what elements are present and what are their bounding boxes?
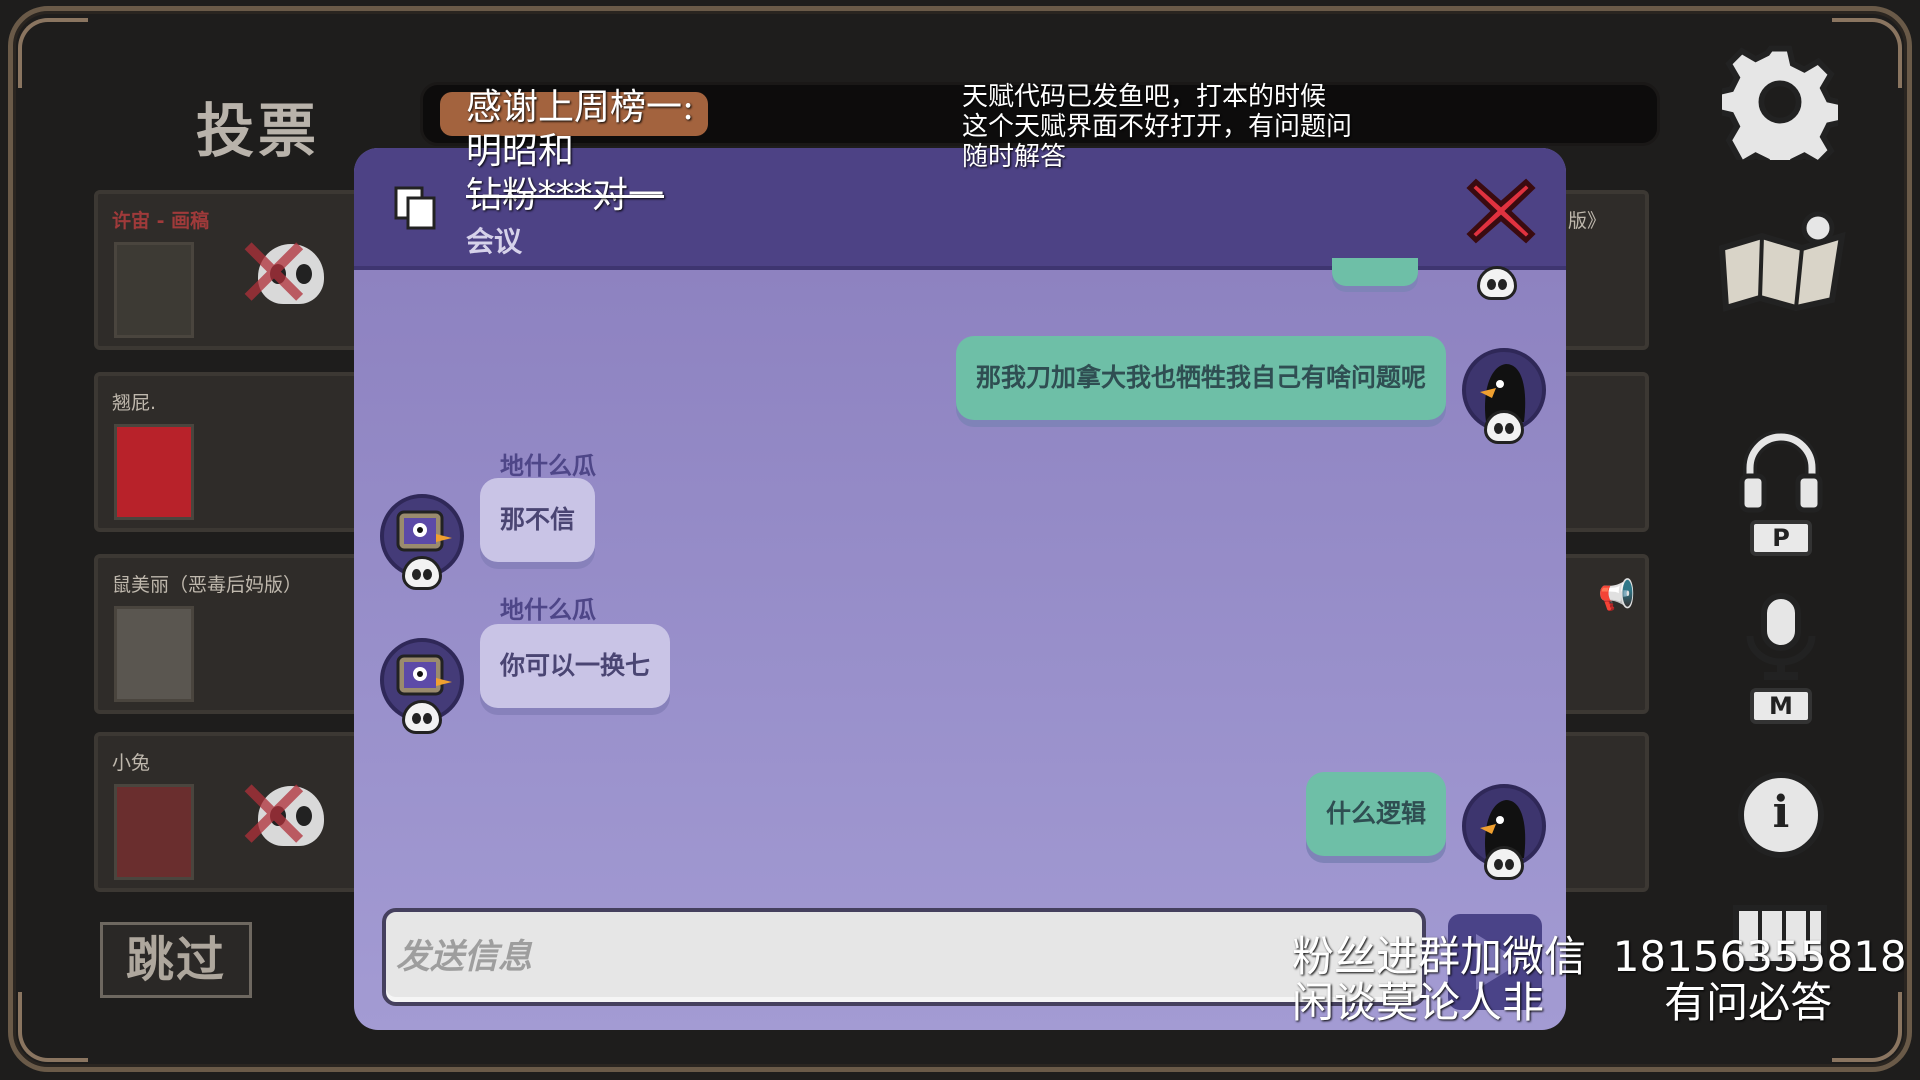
- chat-title: 会议: [466, 225, 523, 258]
- player-name-fragment: 版》: [1568, 210, 1607, 232]
- overlay-text-line: 天赋代码已发鱼吧，打本的时候: [962, 82, 1327, 112]
- player-name: 鼠美丽（恶毒后妈版）: [112, 574, 303, 596]
- mic-toggle[interactable]: M: [1726, 592, 1836, 724]
- copy-icon[interactable]: [394, 186, 438, 232]
- message-input[interactable]: [396, 926, 1406, 988]
- voice-hotkey: P: [1750, 520, 1812, 556]
- chat-message-other: 那不信: [480, 478, 596, 562]
- overlay-text-line: 明昭和: [466, 131, 575, 172]
- player-avatar: [114, 606, 194, 702]
- player-avatar: [114, 784, 194, 880]
- previous-message-fragment: [1332, 258, 1418, 286]
- player-avatar[interactable]: [380, 638, 464, 734]
- microphone-icon: [1746, 593, 1816, 680]
- settings-gear-icon[interactable]: [1713, 44, 1847, 180]
- overlay-talent-caption: 天赋代码已发鱼吧，打本的时候 这个天赋界面不好打开，有问题问 随时解答: [962, 82, 1352, 172]
- skull-icon: [1484, 846, 1524, 880]
- player-name: 小兔: [112, 752, 151, 774]
- dead-x-icon: ✕: [232, 757, 316, 874]
- frame-corner: [1832, 18, 1902, 88]
- player-avatar[interactable]: [1462, 348, 1546, 444]
- frame-corner: [18, 18, 88, 88]
- chat-message-other: 你可以一换七: [480, 624, 671, 708]
- headphones-icon: [1739, 430, 1823, 513]
- player-avatar: [1461, 252, 1531, 302]
- player-avatar[interactable]: [380, 494, 464, 590]
- overlay-text-line: 感谢上周榜一:: [466, 87, 695, 128]
- chat-message-mine: 那我刀加拿大我也牺牲我自己有啥问题呢: [955, 336, 1446, 420]
- skull-icon: [402, 700, 442, 734]
- info-icon[interactable]: i: [1738, 772, 1824, 858]
- close-button[interactable]: [1464, 174, 1538, 248]
- chat-message-mine: 什么逻辑: [1305, 772, 1446, 856]
- megaphone-icon: 📢: [1598, 578, 1636, 613]
- voice-toggle[interactable]: P: [1726, 424, 1836, 556]
- skull-icon: [1477, 266, 1517, 300]
- overlay-text-line: 钻粉***对一: [466, 175, 665, 216]
- skull-icon: [1484, 410, 1524, 444]
- player-avatar: [114, 424, 194, 520]
- skull-icon: [402, 556, 442, 590]
- player-name: 许宙 - 画稿: [112, 210, 210, 232]
- mic-hotkey: M: [1750, 688, 1812, 724]
- player-name: 翘屁.: [112, 392, 157, 414]
- frame-corner: [18, 992, 88, 1062]
- sender-name: 地什么瓜: [500, 596, 596, 624]
- overlay-fans-caption: 粉丝进群加微信 18156355818 闲谈莫论人非 有问必答: [1292, 934, 1907, 1026]
- player-avatar[interactable]: [1462, 784, 1546, 880]
- map-icon[interactable]: [1712, 208, 1852, 318]
- message-input-box: [382, 908, 1426, 1006]
- close-icon: [1466, 178, 1536, 244]
- dead-x-icon: ✕: [232, 215, 316, 332]
- sender-name: 地什么瓜: [500, 452, 596, 480]
- overlay-thanks-caption: 感谢上周榜一: 明昭和 钻粉***对一: [466, 86, 694, 218]
- overlay-text-line: 闲谈莫论人非 有问必答: [1292, 978, 1833, 1027]
- vote-title: 投票: [196, 97, 321, 165]
- player-avatar: [114, 242, 194, 338]
- overlay-text-line: 随时解答: [962, 142, 1067, 172]
- chat-panel: 会议 那我刀加拿大我也牺牲我自己有啥问题呢 地什么瓜 那不信 地什么瓜 你可以一…: [354, 148, 1566, 1030]
- overlay-text-line: 这个天赋界面不好打开，有问题问: [962, 112, 1353, 142]
- overlay-text-line: 粉丝进群加微信 18156355818: [1292, 932, 1907, 981]
- skip-button[interactable]: 跳过: [100, 922, 252, 998]
